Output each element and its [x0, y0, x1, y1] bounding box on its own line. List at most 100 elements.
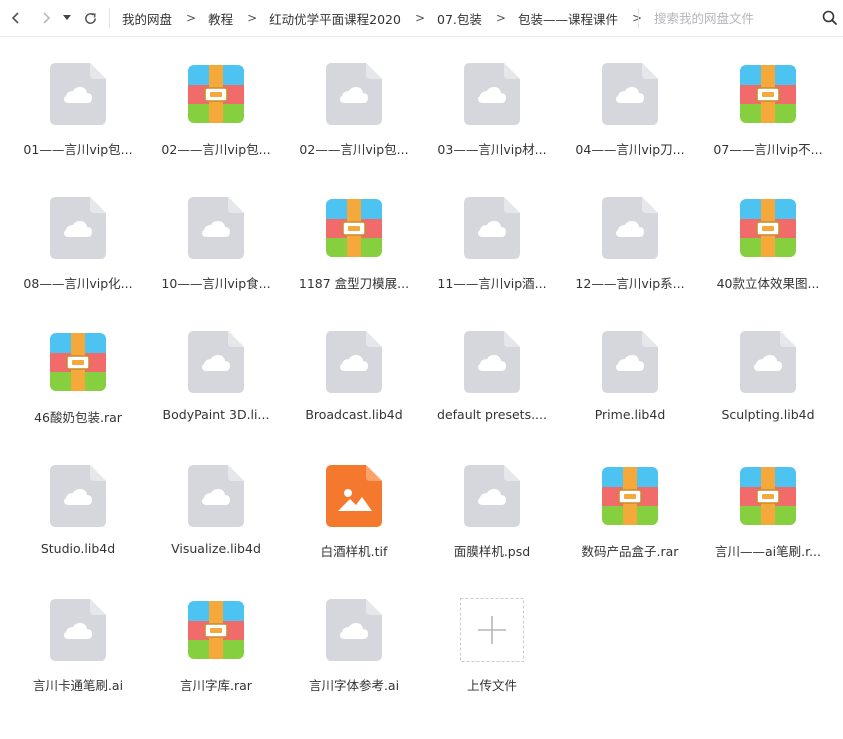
file-name: 言川卡通笔刷.ai — [32, 678, 124, 693]
file-icon-wrap — [326, 197, 382, 259]
file-name: 40款立体效果图... — [716, 276, 820, 291]
file-name: default presets.... — [437, 407, 547, 422]
refresh-button[interactable] — [79, 0, 101, 36]
file-icon-wrap — [50, 465, 106, 527]
file-icon-wrap — [188, 63, 244, 125]
cloud-file-icon — [50, 63, 106, 125]
file-item[interactable]: default presets.... — [423, 324, 561, 444]
file-icon-wrap — [740, 331, 796, 393]
file-icon-wrap — [326, 331, 382, 393]
file-item[interactable]: 03——言川vip材... — [423, 56, 561, 176]
cloud-file-icon — [326, 599, 382, 661]
cloud-file-icon — [602, 197, 658, 259]
file-icon-wrap — [50, 331, 106, 393]
file-icon-wrap — [188, 331, 244, 393]
file-name: 04——言川vip刀... — [575, 142, 685, 157]
file-name: 白酒样机.tif — [320, 544, 388, 559]
file-item[interactable]: 07——言川vip不... — [699, 56, 837, 176]
file-item[interactable]: Studio.lib4d — [9, 458, 147, 578]
file-name: Studio.lib4d — [40, 541, 116, 556]
cloud-file-icon — [602, 63, 658, 125]
file-item[interactable]: Sculpting.lib4d — [699, 324, 837, 444]
file-name: 面膜样机.psd — [453, 544, 531, 559]
file-icon-wrap — [188, 197, 244, 259]
plus-icon — [460, 598, 524, 662]
breadcrumb-separator: > — [247, 11, 258, 25]
file-icon-wrap — [464, 331, 520, 393]
archive-file-icon — [326, 199, 382, 257]
chevron-left-icon — [11, 12, 19, 24]
file-item[interactable]: 02——言川vip包... — [285, 56, 423, 176]
file-item[interactable]: 言川字体参考.ai — [285, 592, 423, 712]
cloud-file-icon — [188, 197, 244, 259]
file-icon-wrap — [326, 599, 382, 661]
file-name: BodyPaint 3D.li... — [162, 407, 270, 422]
file-name: 言川——ai笔刷.r... — [714, 544, 822, 559]
archive-file-icon — [602, 467, 658, 525]
file-item[interactable]: 02——言川vip包... — [147, 56, 285, 176]
breadcrumb-item-tutorial[interactable]: 教程 — [208, 9, 233, 28]
back-button[interactable] — [5, 0, 27, 36]
file-item[interactable]: 言川卡通笔刷.ai — [9, 592, 147, 712]
file-name: 01——言川vip包... — [23, 142, 133, 157]
breadcrumb-item-root[interactable]: 我的网盘 — [122, 9, 172, 28]
breadcrumb-item-course[interactable]: 红动优学平面课程2020 — [269, 9, 401, 28]
search-input[interactable] — [654, 8, 814, 28]
file-name: Broadcast.lib4d — [305, 407, 403, 422]
file-name: 12——言川vip系... — [575, 276, 685, 291]
file-item[interactable]: 1187 盒型刀模展... — [285, 190, 423, 310]
file-item[interactable]: 01——言川vip包... — [9, 56, 147, 176]
file-item[interactable]: Broadcast.lib4d — [285, 324, 423, 444]
file-item[interactable]: 言川——ai笔刷.r... — [699, 458, 837, 578]
archive-file-icon — [188, 601, 244, 659]
file-name: 言川字体参考.ai — [308, 678, 400, 693]
file-item[interactable]: Prime.lib4d — [561, 324, 699, 444]
file-item[interactable]: 11——言川vip酒... — [423, 190, 561, 310]
file-icon-wrap — [460, 598, 524, 662]
file-item[interactable]: 46酸奶包装.rar — [9, 324, 147, 444]
search-icon[interactable] — [821, 9, 839, 27]
breadcrumb-separator: > — [186, 11, 197, 25]
file-name: 03——言川vip材... — [437, 142, 547, 157]
file-item[interactable]: 言川字库.rar — [147, 592, 285, 712]
breadcrumb-item-packaging[interactable]: 07.包装 — [437, 9, 482, 28]
file-item[interactable]: 40款立体效果图... — [699, 190, 837, 310]
file-item[interactable]: Visualize.lib4d — [147, 458, 285, 578]
cloud-file-icon — [464, 331, 520, 393]
history-dropdown-button[interactable] — [59, 0, 75, 36]
file-item[interactable]: 08——言川vip化... — [9, 190, 147, 310]
cloud-file-icon — [464, 197, 520, 259]
file-icon-wrap — [326, 63, 382, 125]
upload-file-button[interactable]: 上传文件 — [423, 592, 561, 712]
file-name: 数码产品盒子.rar — [581, 544, 679, 559]
file-icon-wrap — [740, 63, 796, 125]
file-name: 上传文件 — [466, 678, 517, 693]
cloud-file-icon — [464, 465, 520, 527]
file-item[interactable]: BodyPaint 3D.li... — [147, 324, 285, 444]
file-icon-wrap — [602, 465, 658, 527]
file-name: 言川字库.rar — [180, 678, 252, 693]
file-item[interactable]: 10——言川vip食... — [147, 190, 285, 310]
cloud-file-icon — [188, 465, 244, 527]
file-icon-wrap — [188, 599, 244, 661]
archive-file-icon — [740, 199, 796, 257]
cloud-file-icon — [326, 331, 382, 393]
cloud-file-icon — [50, 197, 106, 259]
file-item[interactable]: 04——言川vip刀... — [561, 56, 699, 176]
file-name: 02——言川vip包... — [161, 142, 271, 157]
file-item[interactable]: 12——言川vip系... — [561, 190, 699, 310]
cloud-file-icon — [50, 465, 106, 527]
forward-button[interactable] — [35, 0, 57, 36]
breadcrumb-item-current[interactable]: 包装——课程课件 — [518, 9, 618, 28]
file-icon-wrap — [740, 465, 796, 527]
file-name: 10——言川vip食... — [161, 276, 271, 291]
file-item[interactable]: 数码产品盒子.rar — [561, 458, 699, 578]
archive-file-icon — [740, 65, 796, 123]
file-item[interactable]: 白酒样机.tif — [285, 458, 423, 578]
breadcrumb-separator: > — [414, 11, 426, 25]
file-item[interactable]: 面膜样机.psd — [423, 458, 561, 578]
caret-down-icon — [63, 15, 71, 20]
file-icon-wrap — [602, 63, 658, 125]
file-icon-wrap — [740, 197, 796, 259]
toolbar-divider — [109, 8, 110, 28]
